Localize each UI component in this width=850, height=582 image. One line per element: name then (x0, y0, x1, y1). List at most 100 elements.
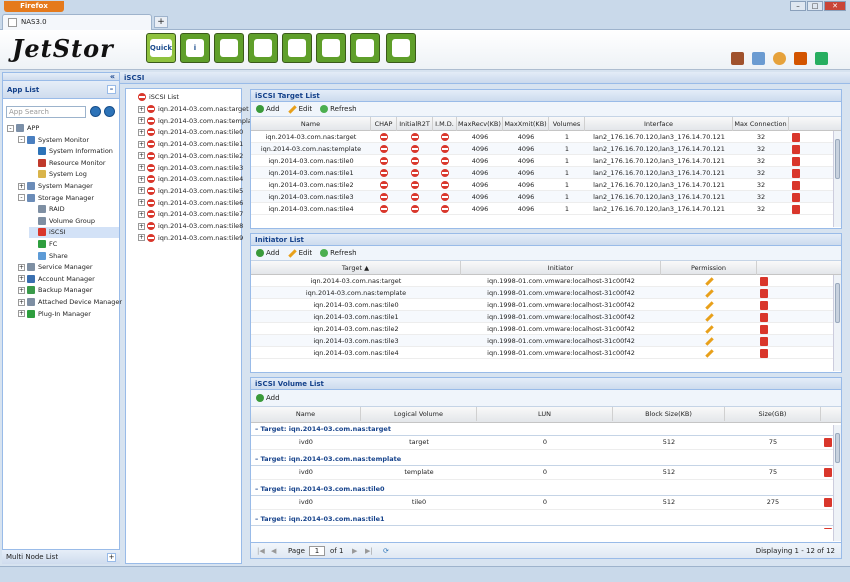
account-button[interactable] (350, 33, 380, 63)
column-header[interactable]: Target ▲ (251, 261, 461, 275)
initiator-scrollbar[interactable] (833, 275, 841, 371)
table-row[interactable]: iqn.2014-03.com.nas:template 4096 4096 1 lan… (251, 143, 841, 155)
table-row[interactable]: iqn.2014-03.com.nas:template iqn.1998-01.… (251, 287, 841, 299)
next-page-icon[interactable]: ▶ (352, 547, 357, 555)
target-edit-button[interactable]: Edit (287, 104, 312, 114)
initiator-add-button[interactable]: Add (256, 249, 280, 257)
expand-icon[interactable]: + (18, 298, 25, 306)
edit-permission-icon[interactable] (704, 348, 714, 358)
delete-icon[interactable] (760, 312, 768, 322)
iscsi-tree-item[interactable]: + iqn.2014-03.com.nas:tile6 (138, 198, 243, 209)
target-scrollbar[interactable] (833, 131, 841, 227)
app-tree-item[interactable]: Resource Monitor (29, 158, 119, 169)
refresh-icon[interactable]: ⟳ (383, 547, 389, 555)
table-row[interactable]: iqn.2014-03.com.nas:tile1 4096 4096 1 lan2_1… (251, 167, 841, 179)
expand-icon[interactable]: + (138, 152, 145, 160)
table-row[interactable]: iqn.2014-03.com.nas:target iqn.1998-01.co… (251, 275, 841, 287)
app-tree-item[interactable]: System Log (29, 169, 119, 180)
home-icon[interactable] (794, 52, 807, 65)
iscsi-tree-item[interactable]: + iqn.2014-03.com.nas:template (138, 116, 258, 127)
app-tree-item[interactable]: System Information (29, 146, 119, 157)
iscsi-tree-item[interactable]: + iqn.2014-03.com.nas:tile2 (138, 151, 243, 162)
edit-permission-icon[interactable] (704, 276, 714, 286)
iscsi-list-root[interactable]: iSCSI List (138, 92, 179, 103)
column-header[interactable]: Interface (585, 117, 733, 131)
initiator-edit-button[interactable]: Edit (287, 248, 312, 258)
firefox-menu-button[interactable]: Firefox (4, 1, 64, 12)
table-row[interactable]: iqn.2014-03.com.nas:tile3 4096 4096 1 lan2_1… (251, 191, 841, 203)
app-tree-item[interactable]: Share (29, 251, 119, 262)
delete-icon[interactable] (792, 168, 800, 178)
edit-permission-icon[interactable] (704, 324, 714, 334)
scroll-thumb[interactable] (835, 433, 840, 463)
table-row[interactable]: ivd0 target 0 512 75 (251, 436, 841, 450)
table-row[interactable]: iqn.2014-03.com.nas:tile0 iqn.1998-01.com… (251, 299, 841, 311)
iscsi-tree-item[interactable]: + iqn.2014-03.com.nas:tile7 (138, 209, 243, 220)
app-tree-item[interactable]: + System Manager (18, 181, 119, 192)
monitor-button[interactable] (214, 33, 244, 63)
scroll-thumb[interactable] (835, 283, 840, 323)
edit-permission-icon[interactable] (704, 312, 714, 322)
delete-icon[interactable] (760, 336, 768, 346)
quick-button[interactable]: Quick (146, 33, 176, 63)
expand-icon[interactable]: + (138, 105, 145, 113)
column-header[interactable]: MaxXmit(KB) (503, 117, 549, 131)
iscsi-tree-item[interactable]: + iqn.2014-03.com.nas:tile4 (138, 174, 243, 185)
logout-icon[interactable] (815, 52, 828, 65)
column-header[interactable]: LUN (477, 407, 613, 421)
search-icon[interactable] (90, 106, 101, 117)
iscsi-tree-item[interactable]: + iqn.2014-03.com.nas:tile8 (138, 221, 243, 232)
table-row[interactable]: ivd0 template 0 512 75 (251, 466, 841, 480)
delete-icon[interactable] (824, 467, 832, 477)
volume-scrollbar[interactable] (833, 425, 841, 541)
maximize-button[interactable]: □ (807, 1, 823, 11)
expand-icon[interactable]: + (138, 175, 145, 183)
column-header[interactable]: InitialR2T (397, 117, 433, 131)
expand-icon[interactable]: + (18, 310, 25, 318)
expand-icon[interactable]: + (138, 128, 145, 136)
expand-icon[interactable]: + (138, 187, 145, 195)
edit-permission-icon[interactable] (704, 300, 714, 310)
group-header[interactable]: – Target: iqn.2014-03.com.nas:tile1 (251, 513, 841, 526)
iscsi-tree-item[interactable]: + iqn.2014-03.com.nas:tile5 (138, 186, 243, 197)
expand-icon[interactable]: + (138, 199, 145, 207)
refresh-tree-icon[interactable] (104, 106, 115, 117)
target-refresh-button[interactable]: Refresh (320, 105, 357, 113)
volume-button[interactable] (282, 33, 312, 63)
expand-icon[interactable]: + (18, 275, 25, 283)
network-button[interactable] (316, 33, 346, 63)
column-header[interactable]: Max Connection (733, 117, 789, 131)
delete-icon[interactable] (792, 132, 800, 142)
edit-permission-icon[interactable] (704, 288, 714, 298)
prev-page-icon[interactable]: ◀ (271, 547, 276, 555)
expand-icon[interactable]: + (18, 182, 25, 190)
minus-icon[interactable]: – (107, 85, 116, 94)
app-tree-item[interactable]: - System Monitor (18, 135, 119, 146)
table-row[interactable]: iqn.2014-03.com.nas:tile2 4096 4096 1 lan2_1… (251, 179, 841, 191)
delete-icon[interactable] (792, 156, 800, 166)
column-header[interactable]: Block Size(KB) (613, 407, 725, 421)
app-tree-item[interactable]: + Account Manager (18, 274, 119, 285)
app-tree-item[interactable]: + Attached Device Manager (18, 297, 122, 308)
column-header[interactable]: Logical Volume (361, 407, 477, 421)
expand-icon[interactable]: + (18, 263, 25, 271)
delete-icon[interactable] (760, 348, 768, 358)
plus-icon[interactable]: + (107, 553, 116, 562)
edit-permission-icon[interactable] (704, 336, 714, 346)
table-row[interactable]: iqn.2014-03.com.nas:tile1 iqn.1998-01.com… (251, 311, 841, 323)
expand-icon[interactable]: + (138, 234, 145, 242)
new-tab-button[interactable]: + (154, 16, 168, 28)
expand-icon[interactable]: - (7, 124, 14, 132)
column-header[interactable]: Size(GB) (725, 407, 821, 421)
expand-icon[interactable]: + (138, 117, 145, 125)
page-input[interactable]: 1 (309, 546, 325, 556)
iscsi-tree-item[interactable]: + iqn.2014-03.com.nas:tile3 (138, 163, 243, 174)
app-tree-item[interactable]: + Plug-In Manager (18, 309, 119, 320)
table-row[interactable]: iqn.2014-03.com.nas:tile0 4096 4096 1 lan2_1… (251, 155, 841, 167)
delete-icon[interactable] (760, 276, 768, 286)
expand-icon[interactable]: + (138, 210, 145, 218)
app-tree-item[interactable]: FC (29, 239, 119, 250)
delete-icon[interactable] (760, 324, 768, 334)
column-header[interactable]: Permission (661, 261, 757, 275)
delete-icon[interactable] (760, 300, 768, 310)
